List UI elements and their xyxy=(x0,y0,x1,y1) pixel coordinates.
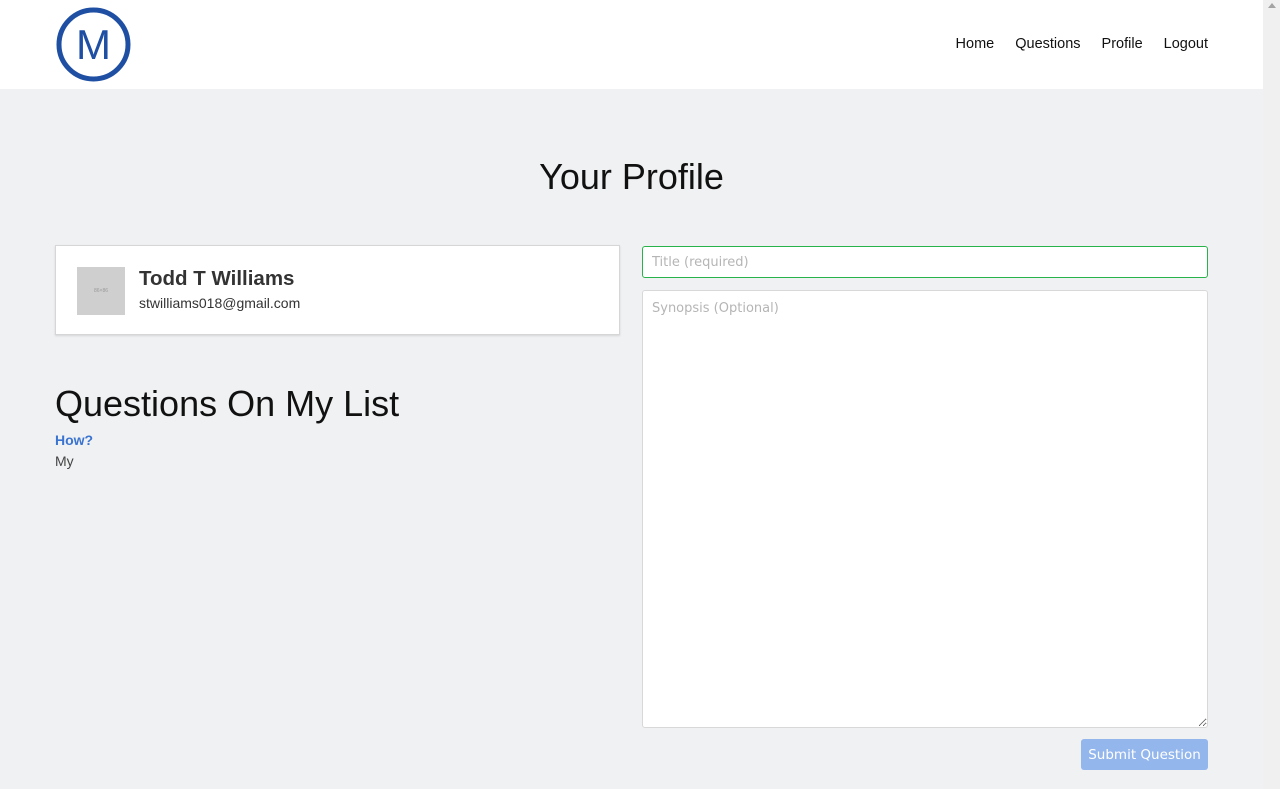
question-snippet: My xyxy=(55,453,74,469)
avatar-placeholder-text: 86×86 xyxy=(93,288,109,294)
nav-home-link[interactable]: Home xyxy=(956,34,995,54)
logo-letter: M xyxy=(76,21,111,68)
title-input[interactable] xyxy=(642,246,1208,278)
nav-logout-link[interactable]: Logout xyxy=(1164,34,1208,54)
logo-icon[interactable]: M xyxy=(56,7,131,82)
page-scrollbar[interactable] xyxy=(1263,0,1280,789)
scroll-up-arrow-icon[interactable] xyxy=(1268,3,1276,8)
page-title: Your Profile xyxy=(539,156,724,197)
avatar: 86×86 xyxy=(77,267,125,315)
question-title-link[interactable]: How? xyxy=(55,431,93,449)
profile-card: 86×86 Todd T Williams stwilliams018@gmai… xyxy=(55,245,620,335)
navbar: M Home Questions Profile Logout xyxy=(0,0,1263,89)
page: M Home Questions Profile Logout Your Pro… xyxy=(0,0,1280,789)
synopsis-textarea[interactable] xyxy=(642,290,1208,728)
nav-profile-link[interactable]: Profile xyxy=(1102,34,1143,54)
profile-name: Todd T Williams xyxy=(139,267,295,290)
submit-question-button[interactable]: Submit Question xyxy=(1081,739,1208,770)
nav-menu: Home Questions Profile Logout xyxy=(935,34,1208,54)
nav-questions-link[interactable]: Questions xyxy=(1015,34,1080,54)
questions-list-heading: Questions On My List xyxy=(55,383,400,424)
profile-email: stwilliams018@gmail.com xyxy=(139,295,301,311)
